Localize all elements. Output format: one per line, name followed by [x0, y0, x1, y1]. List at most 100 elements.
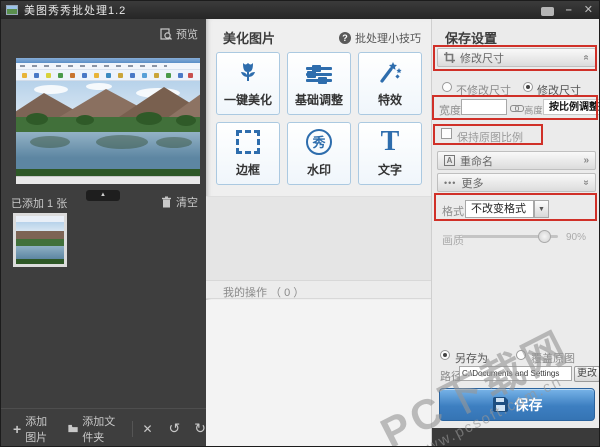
watermark-icon: 秀	[306, 129, 332, 155]
save-as-label: 另存为	[455, 350, 488, 366]
basic-adjust-label: 基础调整	[288, 91, 350, 108]
minimize-button[interactable]: –	[566, 3, 572, 17]
frame-button[interactable]: 边框	[216, 122, 280, 185]
question-icon: ?	[339, 32, 351, 44]
format-dropdown-arrow[interactable]: ▼	[534, 200, 549, 218]
overwrite-label: 覆盖原图	[531, 350, 575, 366]
collapse-arrow-icon: ▲	[100, 192, 106, 198]
quality-slider-handle[interactable]	[538, 230, 551, 243]
landscape-scene	[16, 81, 200, 176]
crop-icon	[444, 52, 455, 63]
redo-icon[interactable]: ↻	[194, 420, 206, 437]
format-row: 格式 不改变格式 ▼	[432, 197, 600, 223]
operations-list	[206, 196, 431, 280]
save-icon	[492, 397, 509, 412]
image-list-panel: 预览	[1, 19, 206, 447]
preview-image	[16, 58, 200, 184]
more-section-label: 更多	[461, 175, 483, 191]
add-folder-button[interactable]: 添加文件夹	[68, 413, 122, 445]
quality-row: 画质 90%	[432, 230, 600, 246]
preview-label: 预览	[176, 26, 198, 42]
delete-icon[interactable]: ✕	[142, 422, 152, 436]
resize-section-label: 修改尺寸	[460, 50, 504, 66]
feedback-icon[interactable]	[541, 7, 554, 16]
keep-ratio-label: 保持原图比例	[457, 129, 523, 145]
left-toolbar: + 添加图片 添加文件夹 ✕ ↺ ↻	[1, 408, 206, 447]
save-as-radio[interactable]	[440, 350, 450, 360]
text-icon: T	[381, 127, 400, 157]
format-dropdown[interactable]: 不改变格式	[465, 200, 534, 218]
collapse-handle[interactable]: ▲	[86, 190, 120, 201]
width-label: 宽度	[439, 102, 461, 118]
change-path-button[interactable]: 更改	[574, 366, 600, 382]
save-settings-title: 保存设置	[445, 28, 497, 47]
format-label: 格式	[442, 203, 464, 219]
titlebar: 美图秀秀批处理1.2 – ✕	[1, 1, 599, 19]
save-settings-panel: 保存设置 修改尺寸 » 不修改尺寸 修改尺寸 宽度 高度 高度 按比例调整 保持…	[431, 19, 600, 447]
effects-label: 特效	[359, 91, 421, 108]
operations-header: 我的操作 （ 0 ）	[206, 280, 431, 299]
more-section-header[interactable]: ••• 更多 »	[437, 173, 596, 192]
height-label2: 高度	[524, 103, 543, 117]
added-count-label: 已添加 1 张	[11, 195, 67, 211]
chevron-up-icon: »	[581, 55, 592, 61]
magic-wand-icon	[377, 59, 403, 85]
chevron-right-icon: »	[583, 155, 589, 166]
height-input[interactable]: 按比例调整	[543, 99, 600, 115]
trash-icon	[161, 196, 172, 208]
no-resize-radio[interactable]	[442, 82, 452, 92]
add-folder-label: 添加文件夹	[82, 413, 121, 445]
one-key-beautify-button[interactable]: 一键美化	[216, 52, 280, 115]
quality-slider-track[interactable]	[462, 235, 558, 238]
frame-icon	[236, 130, 260, 154]
app-icon	[6, 5, 18, 15]
chevron-down-icon: »	[581, 180, 592, 186]
resize-section-header[interactable]: 修改尺寸 »	[437, 48, 596, 67]
dots-icon: •••	[444, 178, 456, 188]
frame-label: 边框	[217, 161, 279, 178]
undo-icon[interactable]: ↺	[169, 420, 181, 437]
rename-section-label: 重命名	[460, 153, 493, 169]
save-button-label: 保存	[515, 395, 543, 415]
basic-adjust-button[interactable]: 基础调整	[287, 52, 351, 115]
right-footer	[432, 428, 600, 447]
resize-radio[interactable]	[523, 82, 533, 92]
operations-count-label: 我的操作 （ 0 ）	[223, 284, 304, 300]
plus-icon: +	[13, 421, 21, 437]
added-row: 已添加 1 张 ▲ 清空	[1, 189, 206, 211]
quality-label: 画质	[442, 232, 464, 248]
save-button[interactable]: 保存	[439, 388, 595, 421]
folder-icon	[68, 423, 78, 434]
add-image-label: 添加图片	[25, 413, 54, 445]
rename-icon: A	[444, 155, 455, 166]
preview-button[interactable]: 预览	[160, 26, 198, 42]
tips-label: 批处理小技巧	[355, 30, 421, 46]
overwrite-radio[interactable]	[516, 350, 526, 360]
text-label: 文字	[359, 161, 421, 178]
beautify-panel: 美化图片 ? 批处理小技巧 一键美化	[206, 19, 431, 447]
chain-link-icon[interactable]	[510, 105, 522, 111]
watermark-label: 水印	[288, 161, 350, 178]
window-title: 美图秀秀批处理1.2	[24, 2, 126, 18]
tips-link[interactable]: ? 批处理小技巧	[339, 30, 421, 46]
image-thumbnail[interactable]	[13, 213, 67, 267]
effects-button[interactable]: 特效	[358, 52, 422, 115]
text-button[interactable]: T 文字	[358, 122, 422, 185]
keep-ratio-checkbox[interactable]	[441, 128, 452, 139]
watermark-button[interactable]: 秀 水印	[287, 122, 351, 185]
close-button[interactable]: ✕	[584, 3, 593, 17]
quality-value: 90%	[566, 232, 586, 243]
flower-icon	[235, 59, 261, 85]
path-row: 路径 更改	[432, 366, 600, 384]
preview-icon	[160, 28, 172, 40]
path-input[interactable]	[459, 366, 572, 381]
sliders-icon	[306, 64, 332, 85]
width-input[interactable]	[461, 99, 507, 115]
add-image-button[interactable]: + 添加图片	[13, 413, 54, 445]
rename-section-header[interactable]: A 重命名 »	[437, 151, 596, 170]
one-key-beautify-label: 一键美化	[217, 91, 279, 108]
no-resize-label: 不修改尺寸	[456, 82, 511, 98]
resize-label: 修改尺寸	[537, 82, 581, 98]
app-window: 美图秀秀批处理1.2 – ✕ 预览	[0, 0, 600, 447]
clear-button[interactable]: 清空	[161, 194, 198, 210]
